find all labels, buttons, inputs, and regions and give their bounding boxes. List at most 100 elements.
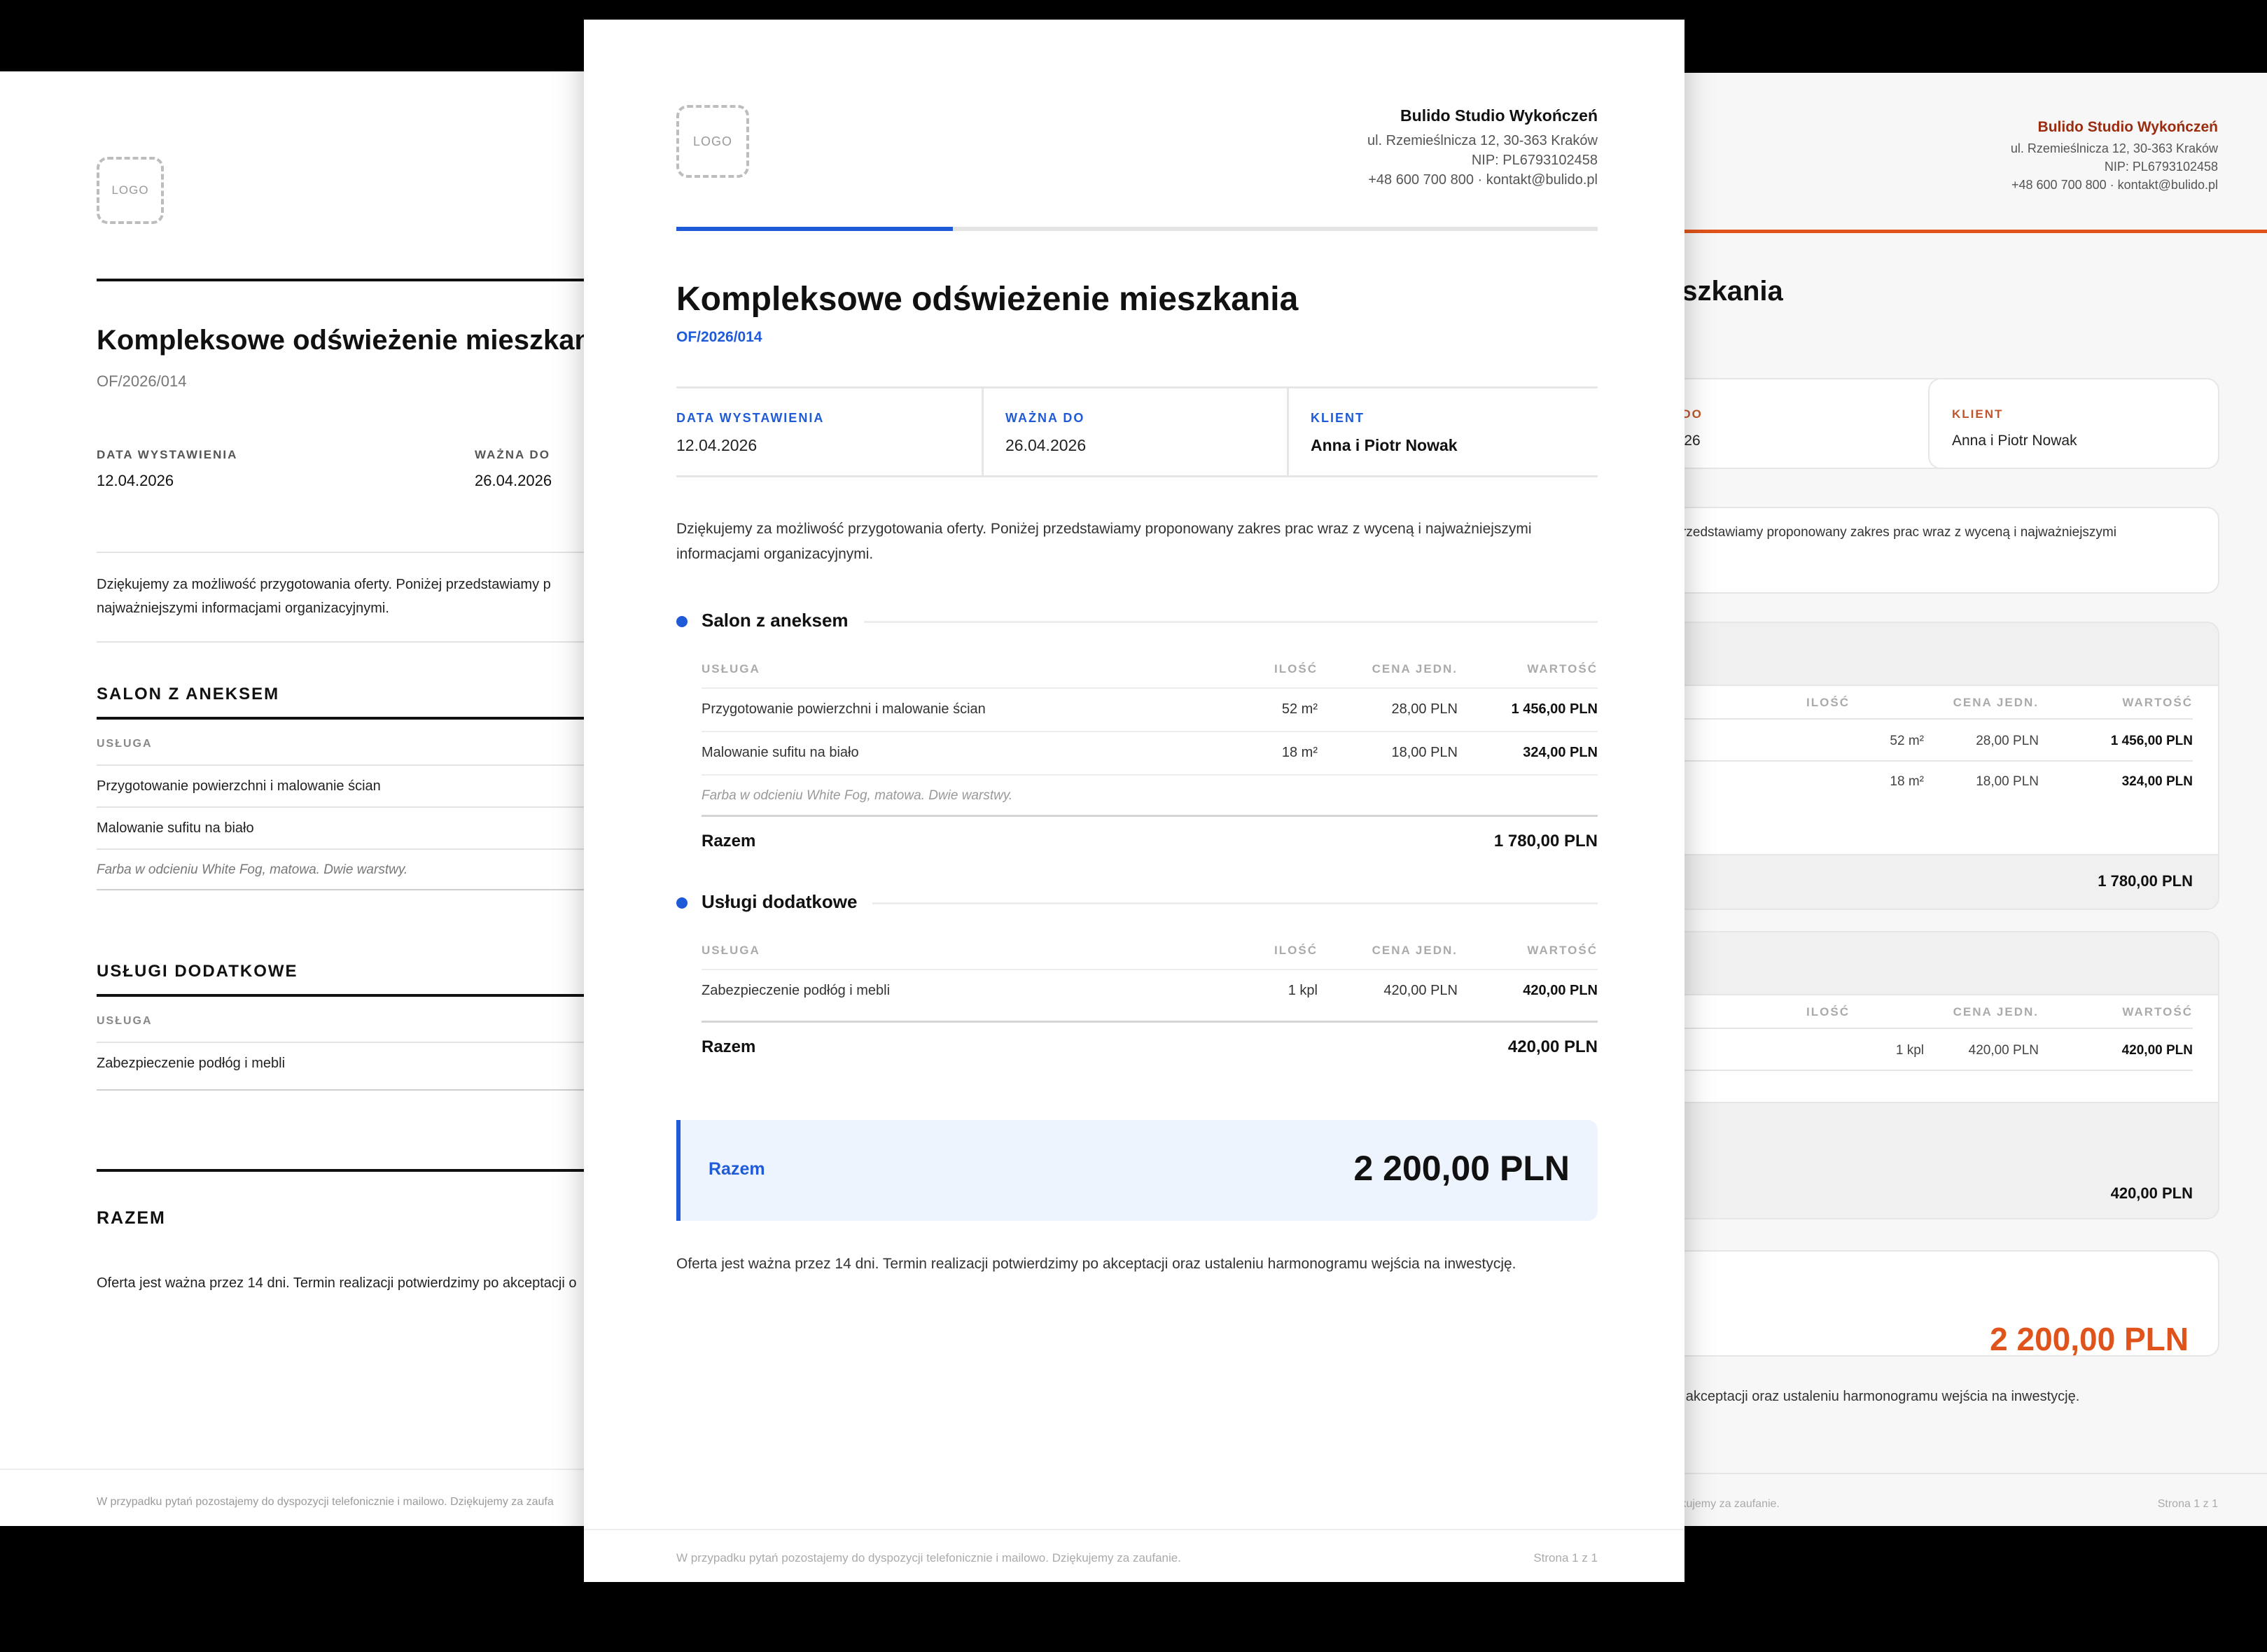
column-header-service: USŁUGA bbox=[97, 1015, 153, 1027]
footer-text: W przypadku pytań pozostajemy do dyspozy… bbox=[676, 1551, 1181, 1564]
client-label: KLIENT bbox=[1311, 411, 1365, 425]
row-divider bbox=[1666, 1070, 2193, 1071]
column-header-qty: ILOŚĆ bbox=[1806, 696, 1850, 709]
footer-divider bbox=[584, 1529, 1684, 1530]
company-address: ul. Rzemieślnicza 12, 30-363 Kraków bbox=[2010, 141, 2218, 155]
company-name: Bulido Studio Wykończeń bbox=[1400, 106, 1598, 125]
valid-until-card: A DO 2026 bbox=[1666, 378, 1949, 469]
client-label: KLIENT bbox=[1952, 407, 2004, 421]
company-nip: NIP: PL6793102458 bbox=[1471, 153, 1598, 168]
extra-row-1-service: Zabezpieczenie podłóg i mebli bbox=[702, 983, 891, 998]
column-header-unit-price: CENA JEDN. bbox=[1953, 696, 2039, 709]
column-header-unit-price: CENA JEDN. bbox=[1372, 662, 1458, 676]
footer-text: W przypadku pytań pozostajemy do dyspozy… bbox=[97, 1496, 554, 1508]
salon-row-1-qty: 52 m² bbox=[1890, 734, 1924, 748]
row-divider bbox=[1666, 1028, 2193, 1029]
column-header-service: USŁUGA bbox=[702, 662, 760, 676]
section-title-extra: Usługi dodatkowe bbox=[702, 891, 873, 913]
salon-row-2-unit-price: 18,00 PLN bbox=[1976, 774, 2039, 789]
grand-total-value: 2 200,00 PLN bbox=[1353, 1149, 1570, 1188]
logo-placeholder: LOGO bbox=[97, 157, 164, 224]
section-card-header bbox=[1666, 623, 2218, 686]
row-divider bbox=[702, 687, 1598, 689]
valid-until: 26.04.2026 bbox=[1005, 436, 1087, 454]
extra-row-1-qty: 1 kpl bbox=[1895, 1043, 1924, 1058]
intro-line-1: Dziękujemy za możliwość przygotowania of… bbox=[97, 577, 551, 592]
extra-subtotal-label: Razem bbox=[702, 1037, 756, 1056]
issue-date-label: DATA WYSTAWIENIA bbox=[676, 411, 825, 425]
salon-subtotal: 1 780,00 PLN bbox=[1493, 832, 1598, 850]
salon-row-2-qty: 18 m² bbox=[1890, 774, 1924, 789]
company-contact: +48 600 700 800 · kontakt@bulido.pl bbox=[1368, 172, 1598, 188]
extra-subtotal: 420,00 PLN bbox=[2110, 1184, 2193, 1202]
column-header-value: WARTOŚĆ bbox=[1527, 944, 1598, 957]
table-row: Zabezpieczenie podłóg i mebli bbox=[97, 1056, 286, 1071]
column-header-value: WARTOŚĆ bbox=[2122, 696, 2193, 709]
validity-note: Oferta jest ważna przez 14 dni. Termin r… bbox=[676, 1256, 1516, 1272]
offer-template-orange: Bulido Studio Wykończeń ul. Rzemieślnicz… bbox=[1666, 73, 2267, 1526]
issue-date: 12.04.2026 bbox=[97, 472, 174, 489]
offer-title: Kompleksowe odświeżenie mieszkania bbox=[676, 281, 1299, 318]
salon-row-2-qty: 18 m² bbox=[1281, 745, 1318, 760]
column-header-unit-price: CENA JEDN. bbox=[1372, 944, 1458, 957]
validity-note: Oferta jest ważna przez 14 dni. Termin r… bbox=[97, 1275, 577, 1291]
offer-title: Kompleksowe odświeżenie mieszkania bbox=[97, 325, 615, 356]
section-bullet-icon bbox=[676, 616, 688, 627]
company-address: ul. Rzemieślnicza 12, 30-363 Kraków bbox=[1367, 133, 1598, 148]
meta-separator bbox=[982, 388, 984, 475]
column-header-unit-price: CENA JEDN. bbox=[1953, 1005, 2039, 1018]
column-header-value: WARTOŚĆ bbox=[1527, 662, 1598, 676]
salon-subtotal: 1 780,00 PLN bbox=[2098, 872, 2193, 890]
section-heading-extra: USŁUGI DODATKOWE bbox=[97, 962, 298, 981]
client-card: KLIENT Anna i Piotr Nowak bbox=[1928, 378, 2219, 469]
offer-meta: DATA WYSTAWIENIA 12.04.2026 WAŻNA DO 26.… bbox=[676, 386, 1598, 477]
grand-total-value: 2 200,00 PLN bbox=[1990, 1321, 2189, 1357]
section-card-header bbox=[1666, 932, 2218, 995]
valid-until: 26.04.2026 bbox=[475, 472, 552, 489]
logo-placeholder: LOGO bbox=[676, 105, 749, 178]
client-name: Anna i Piotr Nowak bbox=[1311, 436, 1458, 454]
issue-date-label: DATA WYSTAWIENIA bbox=[97, 448, 238, 461]
company-nip: NIP: PL6793102458 bbox=[2104, 160, 2218, 174]
total-heading: RAZEM bbox=[97, 1208, 166, 1228]
row-divider bbox=[702, 969, 1598, 970]
meta-separator bbox=[1287, 388, 1289, 475]
footer-divider bbox=[1666, 1473, 2267, 1474]
salon-row-1-qty: 52 m² bbox=[1281, 701, 1318, 717]
offer-template-blue: LOGO Bulido Studio Wykończeń ul. Rzemieś… bbox=[584, 20, 1684, 1582]
issue-date: 12.04.2026 bbox=[676, 436, 758, 454]
page-number: Strona 1 z 1 bbox=[1533, 1551, 1598, 1564]
subtotal-divider bbox=[702, 815, 1598, 817]
salon-row-1-value: 1 456,00 PLN bbox=[2110, 734, 2193, 748]
company-contact: +48 600 700 800 · kontakt@bulido.pl bbox=[2011, 178, 2218, 192]
valid-until-label: WAŻNA DO bbox=[475, 448, 550, 461]
subtotal-divider bbox=[702, 1021, 1598, 1023]
grand-total-box: Razem 2 200,00 PLN bbox=[676, 1120, 1598, 1221]
salon-row-2-service: Malowanie sufitu na biało bbox=[702, 745, 859, 760]
row-divider bbox=[1666, 760, 2193, 762]
salon-row-2-value: 324,00 PLN bbox=[2121, 774, 2193, 789]
salon-row-2-value: 324,00 PLN bbox=[1523, 745, 1598, 760]
section-title-salon: Salon z aneksem bbox=[702, 610, 864, 631]
section-heading-salon: SALON Z ANEKSEM bbox=[97, 685, 280, 704]
salon-row-1-unit-price: 28,00 PLN bbox=[1391, 701, 1458, 717]
table-row: Przygotowanie powierzchni i malowanie śc… bbox=[97, 778, 381, 794]
extra-row-1-unit-price: 420,00 PLN bbox=[1968, 1043, 2039, 1058]
salon-subtotal-label: Razem bbox=[702, 832, 756, 850]
valid-until-label: WAŻNA DO bbox=[1005, 411, 1085, 425]
intro-card: j przedstawiamy proponowany zakres prac … bbox=[1666, 507, 2219, 594]
extra-row-1-value: 420,00 PLN bbox=[1523, 983, 1598, 998]
salon-row-1-service: Przygotowanie powierzchni i malowanie śc… bbox=[702, 701, 986, 717]
column-header-service: USŁUGA bbox=[702, 944, 760, 957]
section-card-extra: ILOŚĆ CENA JEDN. WARTOŚĆ 1 kpl 420,00 PL… bbox=[1666, 931, 2219, 1219]
client-name: Anna i Piotr Nowak bbox=[1952, 433, 2077, 449]
extra-row-1-qty: 1 kpl bbox=[1288, 983, 1318, 998]
intro-line-2: najważniejszymi informacjami organizacyj… bbox=[97, 601, 389, 616]
salon-row-2-unit-price: 18,00 PLN bbox=[1391, 745, 1458, 760]
grand-total-label: Razem bbox=[709, 1159, 765, 1179]
table-row: Malowanie sufitu na biało bbox=[97, 820, 254, 836]
intro-text: Dziękujemy za możliwość przygotowania of… bbox=[676, 521, 1532, 562]
section-card-salon: ILOŚĆ CENA JEDN. WARTOŚĆ 52 m² 28,00 PLN… bbox=[1666, 622, 2219, 910]
extra-subtotal: 420,00 PLN bbox=[1507, 1037, 1598, 1056]
salon-row-1-unit-price: 28,00 PLN bbox=[1976, 734, 2039, 748]
